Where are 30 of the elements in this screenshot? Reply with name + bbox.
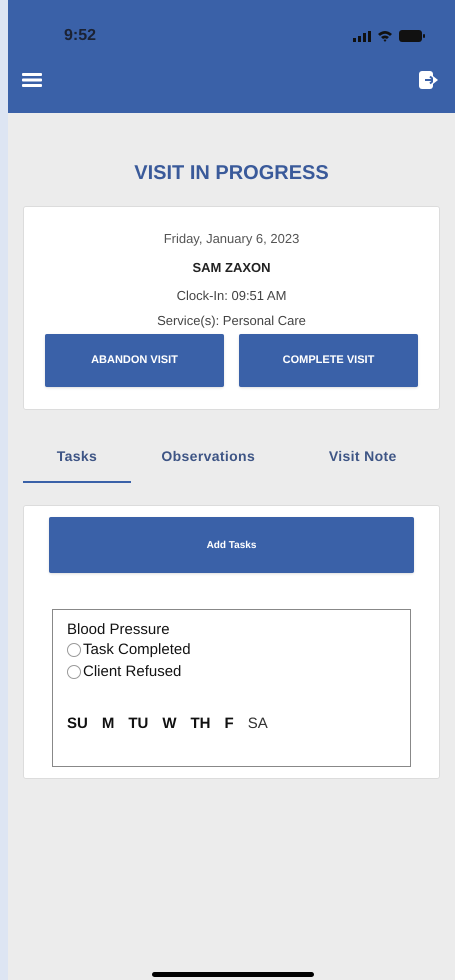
services-text: Service(s): Personal Care xyxy=(157,312,306,330)
tab[interactable]: Tasks xyxy=(23,446,131,483)
weekday-label: TH xyxy=(190,714,211,734)
complete-visit-button[interactable]: COMPLETE VISIT xyxy=(239,334,418,387)
weekday-label: SA xyxy=(248,714,268,734)
logout-icon xyxy=(419,71,439,89)
menu-icon xyxy=(22,73,42,87)
tab[interactable]: Visit Note xyxy=(286,446,440,483)
weekday-label: F xyxy=(224,714,234,734)
battery-icon xyxy=(399,30,425,42)
visit-date: Friday, January 6, 2023 xyxy=(164,230,300,248)
wifi-icon xyxy=(377,30,393,42)
client-name: SAM ZAXON xyxy=(192,258,270,276)
menu-button[interactable] xyxy=(22,71,44,89)
tab[interactable]: Observations xyxy=(131,446,286,483)
radio-button[interactable] xyxy=(67,643,81,657)
add-tasks-button[interactable]: Add Tasks xyxy=(49,517,414,573)
radio-label: Task Completed xyxy=(83,640,191,660)
abandon-visit-button[interactable]: ABANDON VISIT xyxy=(45,334,224,387)
task-name: Blood Pressure xyxy=(67,620,171,639)
status-time: 9:52 xyxy=(64,26,96,46)
radio-button[interactable] xyxy=(67,665,81,679)
weekday-label: W xyxy=(162,714,177,734)
weekday-label: TU xyxy=(128,714,148,734)
radio-label: Client Refused xyxy=(83,662,182,682)
clock-in-time: Clock-In: 09:51 AM xyxy=(176,287,286,305)
signal-icon xyxy=(353,30,371,42)
weekday-label: SU xyxy=(67,714,88,734)
page-title: VISIT IN PROGRESS xyxy=(133,161,330,186)
weekday-label: M xyxy=(102,714,114,734)
